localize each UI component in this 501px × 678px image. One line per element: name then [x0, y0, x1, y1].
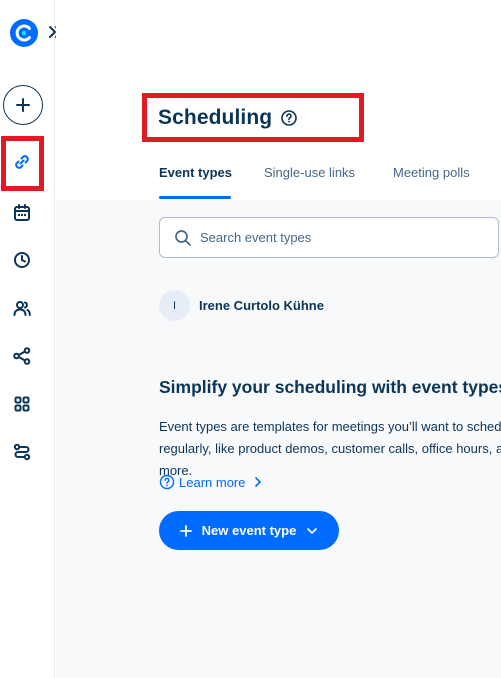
chevron-down-icon	[307, 527, 318, 534]
search-icon	[174, 229, 192, 247]
question-circle-icon[interactable]	[280, 109, 298, 127]
plus-icon	[179, 524, 192, 537]
plus-icon	[16, 98, 30, 112]
user-name: Irene Curtolo Kühne	[199, 298, 324, 313]
active-tab-indicator	[159, 196, 231, 199]
sidebar-item-workflows[interactable]	[11, 345, 33, 367]
sidebar-item-scheduling[interactable]	[11, 151, 33, 173]
main-content: Scheduling Event types Single-use links …	[56, 0, 501, 678]
clock-icon	[14, 252, 30, 268]
sidebar-item-meetings[interactable]	[11, 202, 33, 224]
new-event-type-button[interactable]: New event type	[159, 511, 339, 550]
search-box	[159, 217, 499, 258]
search-input[interactable]	[200, 230, 480, 245]
learn-more-label: Learn more	[179, 474, 246, 490]
tab-event-types[interactable]: Event types	[159, 162, 232, 202]
sidebar-item-integrations[interactable]	[11, 393, 33, 415]
tab-label: Event types	[159, 165, 232, 180]
people-icon	[13, 301, 31, 316]
sidebar-item-contacts[interactable]	[11, 297, 33, 319]
chevron-right-icon	[255, 477, 262, 487]
tab-label: Meeting polls	[393, 165, 470, 180]
tab-single-use-links[interactable]: Single-use links	[264, 162, 355, 202]
routing-icon	[13, 443, 31, 461]
question-circle-icon	[159, 474, 175, 490]
title-highlight-box: Scheduling	[142, 93, 364, 142]
new-event-type-label: New event type	[201, 523, 297, 538]
sidebar-item-routing[interactable]	[11, 441, 33, 463]
calendly-logo-icon[interactable]	[9, 18, 39, 48]
sidebar-item-availability[interactable]	[11, 249, 33, 271]
create-button[interactable]	[3, 85, 43, 125]
apps-grid-icon	[14, 396, 30, 412]
link-icon	[15, 155, 29, 169]
workflow-icon	[13, 347, 31, 365]
avatar: I	[159, 290, 190, 321]
tab-meeting-polls[interactable]: Meeting polls	[393, 162, 470, 202]
empty-state-heading: Simplify your scheduling with event type…	[159, 377, 501, 397]
learn-more-link[interactable]: Learn more	[159, 474, 267, 490]
page-title: Scheduling	[158, 105, 273, 129]
user-row: I Irene Curtolo Kühne	[159, 290, 324, 321]
sidebar	[0, 0, 62, 678]
tab-label: Single-use links	[264, 165, 356, 180]
empty-state-description: Event types are templates for meetings y…	[159, 419, 501, 478]
calendar-icon	[14, 204, 30, 221]
app: Scheduling Event types Single-use links …	[0, 0, 501, 678]
